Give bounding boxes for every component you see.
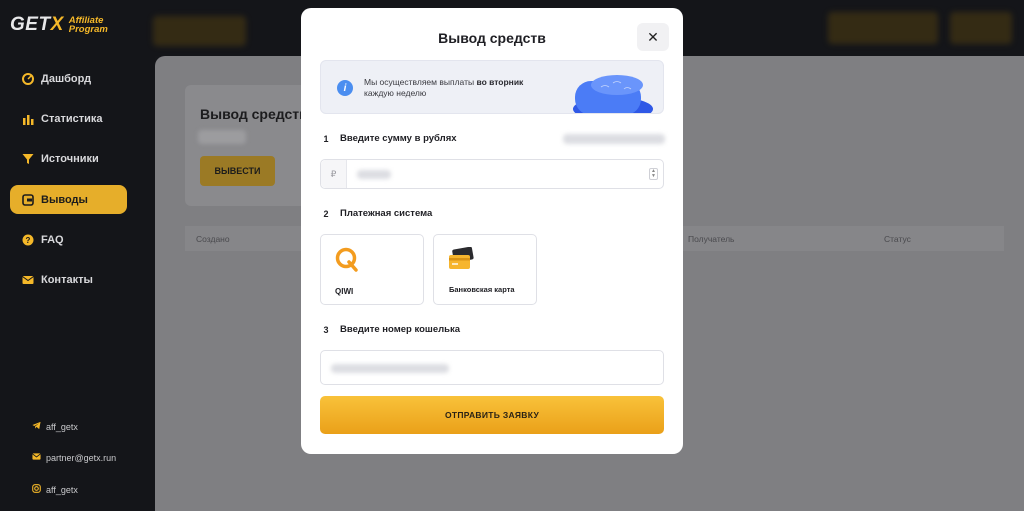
sidebar-item-label: Источники: [41, 152, 99, 165]
logo-text: GETX: [10, 14, 64, 35]
help-icon: ?: [21, 233, 34, 246]
info-icon: i: [337, 80, 353, 96]
contact-telegram[interactable]: aff_getx: [31, 421, 78, 432]
calendar-illustration-icon: [573, 75, 653, 113]
withdraw-modal: Вывод средств ✕ i Мы осуществляем выплат…: [301, 8, 683, 454]
sidebar-item-label: Дашборд: [41, 72, 92, 85]
sidebar-item-dashboard[interactable]: Дашборд: [10, 64, 127, 93]
sidebar-item-withdrawals[interactable]: Выводы: [10, 185, 127, 214]
dashboard-icon: [21, 72, 34, 85]
payment-option-label: Банковская карта: [449, 285, 515, 294]
contact-instagram[interactable]: aff_getx: [31, 484, 78, 495]
available-balance-blurred: [563, 134, 665, 144]
step-number: 2: [323, 208, 329, 219]
sidebar: Дашборд Статистика Источники Выводы ? FA…: [0, 56, 155, 511]
telegram-icon: [31, 421, 41, 432]
background-page-title: Вывод средств: [200, 106, 308, 122]
step-label: Введите номер кошелька: [340, 324, 461, 335]
header-menu-blurred: [950, 12, 1012, 44]
bar-chart-icon: [21, 112, 34, 125]
sidebar-item-label: Статистика: [41, 112, 103, 125]
sidebar-item-sources[interactable]: Источники: [10, 144, 127, 173]
step-number: 3: [323, 324, 329, 335]
currency-symbol: ₽: [321, 160, 347, 188]
amount-input[interactable]: ₽ ▲ ▼: [320, 159, 664, 189]
sidebar-item-label: FAQ: [41, 233, 64, 246]
payment-option-qiwi[interactable]: QIWI: [320, 234, 424, 305]
sidebar-item-label: Выводы: [41, 193, 88, 206]
step-label: Введите сумму в рублях: [340, 133, 457, 144]
step-payment-system: 2 Платежная система: [320, 208, 432, 219]
sidebar-item-contacts[interactable]: Контакты: [10, 265, 127, 294]
wallet-value-blurred: [331, 364, 449, 373]
wallet-number-input[interactable]: [320, 350, 664, 385]
svg-text:?: ?: [25, 236, 30, 245]
logo[interactable]: GETX Affiliate Program: [10, 14, 108, 36]
contact-email[interactable]: partner@getx.run: [31, 452, 116, 463]
amount-value-blurred: [357, 170, 391, 179]
column-status: Статус: [884, 234, 911, 244]
payment-option-label: QIWI: [335, 287, 354, 296]
qiwi-icon: [335, 247, 358, 272]
logo-subtitle: Affiliate Program: [68, 15, 108, 35]
column-recipient: Получатель: [688, 234, 735, 244]
email-icon: [31, 452, 41, 463]
payout-info-banner: i Мы осуществляем выплаты во вторник кажд…: [320, 60, 664, 114]
instagram-icon: [31, 484, 41, 495]
mail-icon: [21, 273, 34, 286]
filter-icon: [21, 152, 34, 165]
step-amount: 1 Введите сумму в рублях: [320, 133, 457, 144]
number-spinner[interactable]: ▲ ▼: [649, 168, 658, 180]
header-balance-blurred: [153, 16, 246, 46]
sidebar-item-label: Контакты: [41, 273, 93, 286]
sidebar-item-faq[interactable]: ? FAQ: [10, 225, 127, 254]
close-button[interactable]: ✕: [637, 23, 669, 51]
sidebar-item-statistics[interactable]: Статистика: [10, 104, 127, 133]
close-icon: ✕: [647, 28, 659, 45]
submit-request-button[interactable]: ОТПРАВИТЬ ЗАЯВКУ: [320, 396, 664, 434]
withdraw-button[interactable]: ВЫВЕСТИ: [200, 156, 275, 186]
wallet-icon: [21, 193, 34, 206]
header-user-blurred: [828, 12, 938, 44]
step-wallet: 3 Введите номер кошелька: [320, 324, 460, 335]
step-number: 1: [323, 133, 329, 144]
payment-option-bank-card[interactable]: Банковская карта: [433, 234, 537, 305]
bank-card-icon: [449, 247, 474, 269]
info-text: Мы осуществляем выплаты во вторник каждую…: [364, 77, 524, 98]
column-created: Создано: [196, 234, 230, 244]
modal-title: Вывод средств: [438, 30, 546, 46]
balance-blurred: [198, 130, 246, 144]
step-label: Платежная система: [340, 208, 433, 219]
